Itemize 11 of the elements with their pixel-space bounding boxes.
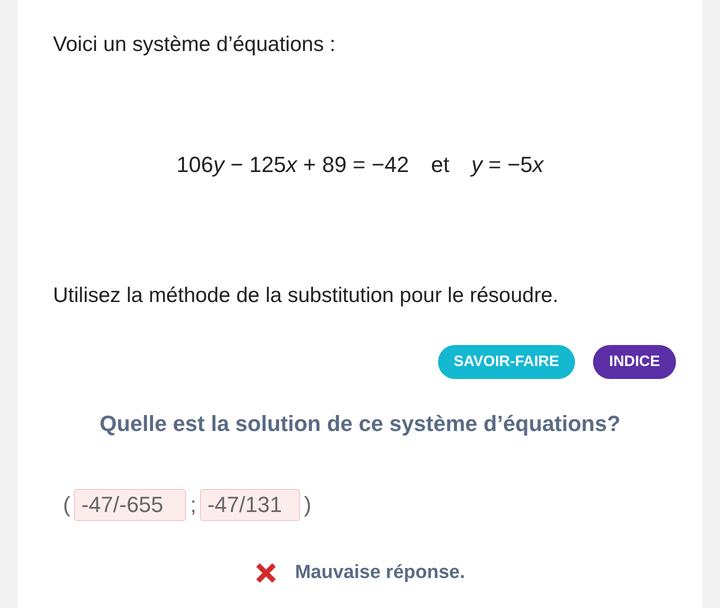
parenthesis: ) (304, 491, 312, 519)
separator-text: ; (190, 491, 196, 519)
answer-field[interactable]: -47/131 (200, 488, 300, 520)
feedback-text: Mauvaise réponse. (294, 561, 466, 585)
instruction-text: Utilisez la méthode de la substitution pour le résoudre. (53, 283, 560, 309)
question-text: Quelle est la solution de ce système d’équations? (98, 410, 622, 438)
intro-text: Voici un système d’équations : (53, 32, 336, 58)
hint-button[interactable]: INDICE (593, 345, 676, 379)
parenthesis: ( (63, 491, 70, 519)
equation: 106y − 125x + 89 = −42 et y = −5x (176, 151, 544, 179)
answer-field[interactable]: -47/-655 (74, 488, 186, 520)
